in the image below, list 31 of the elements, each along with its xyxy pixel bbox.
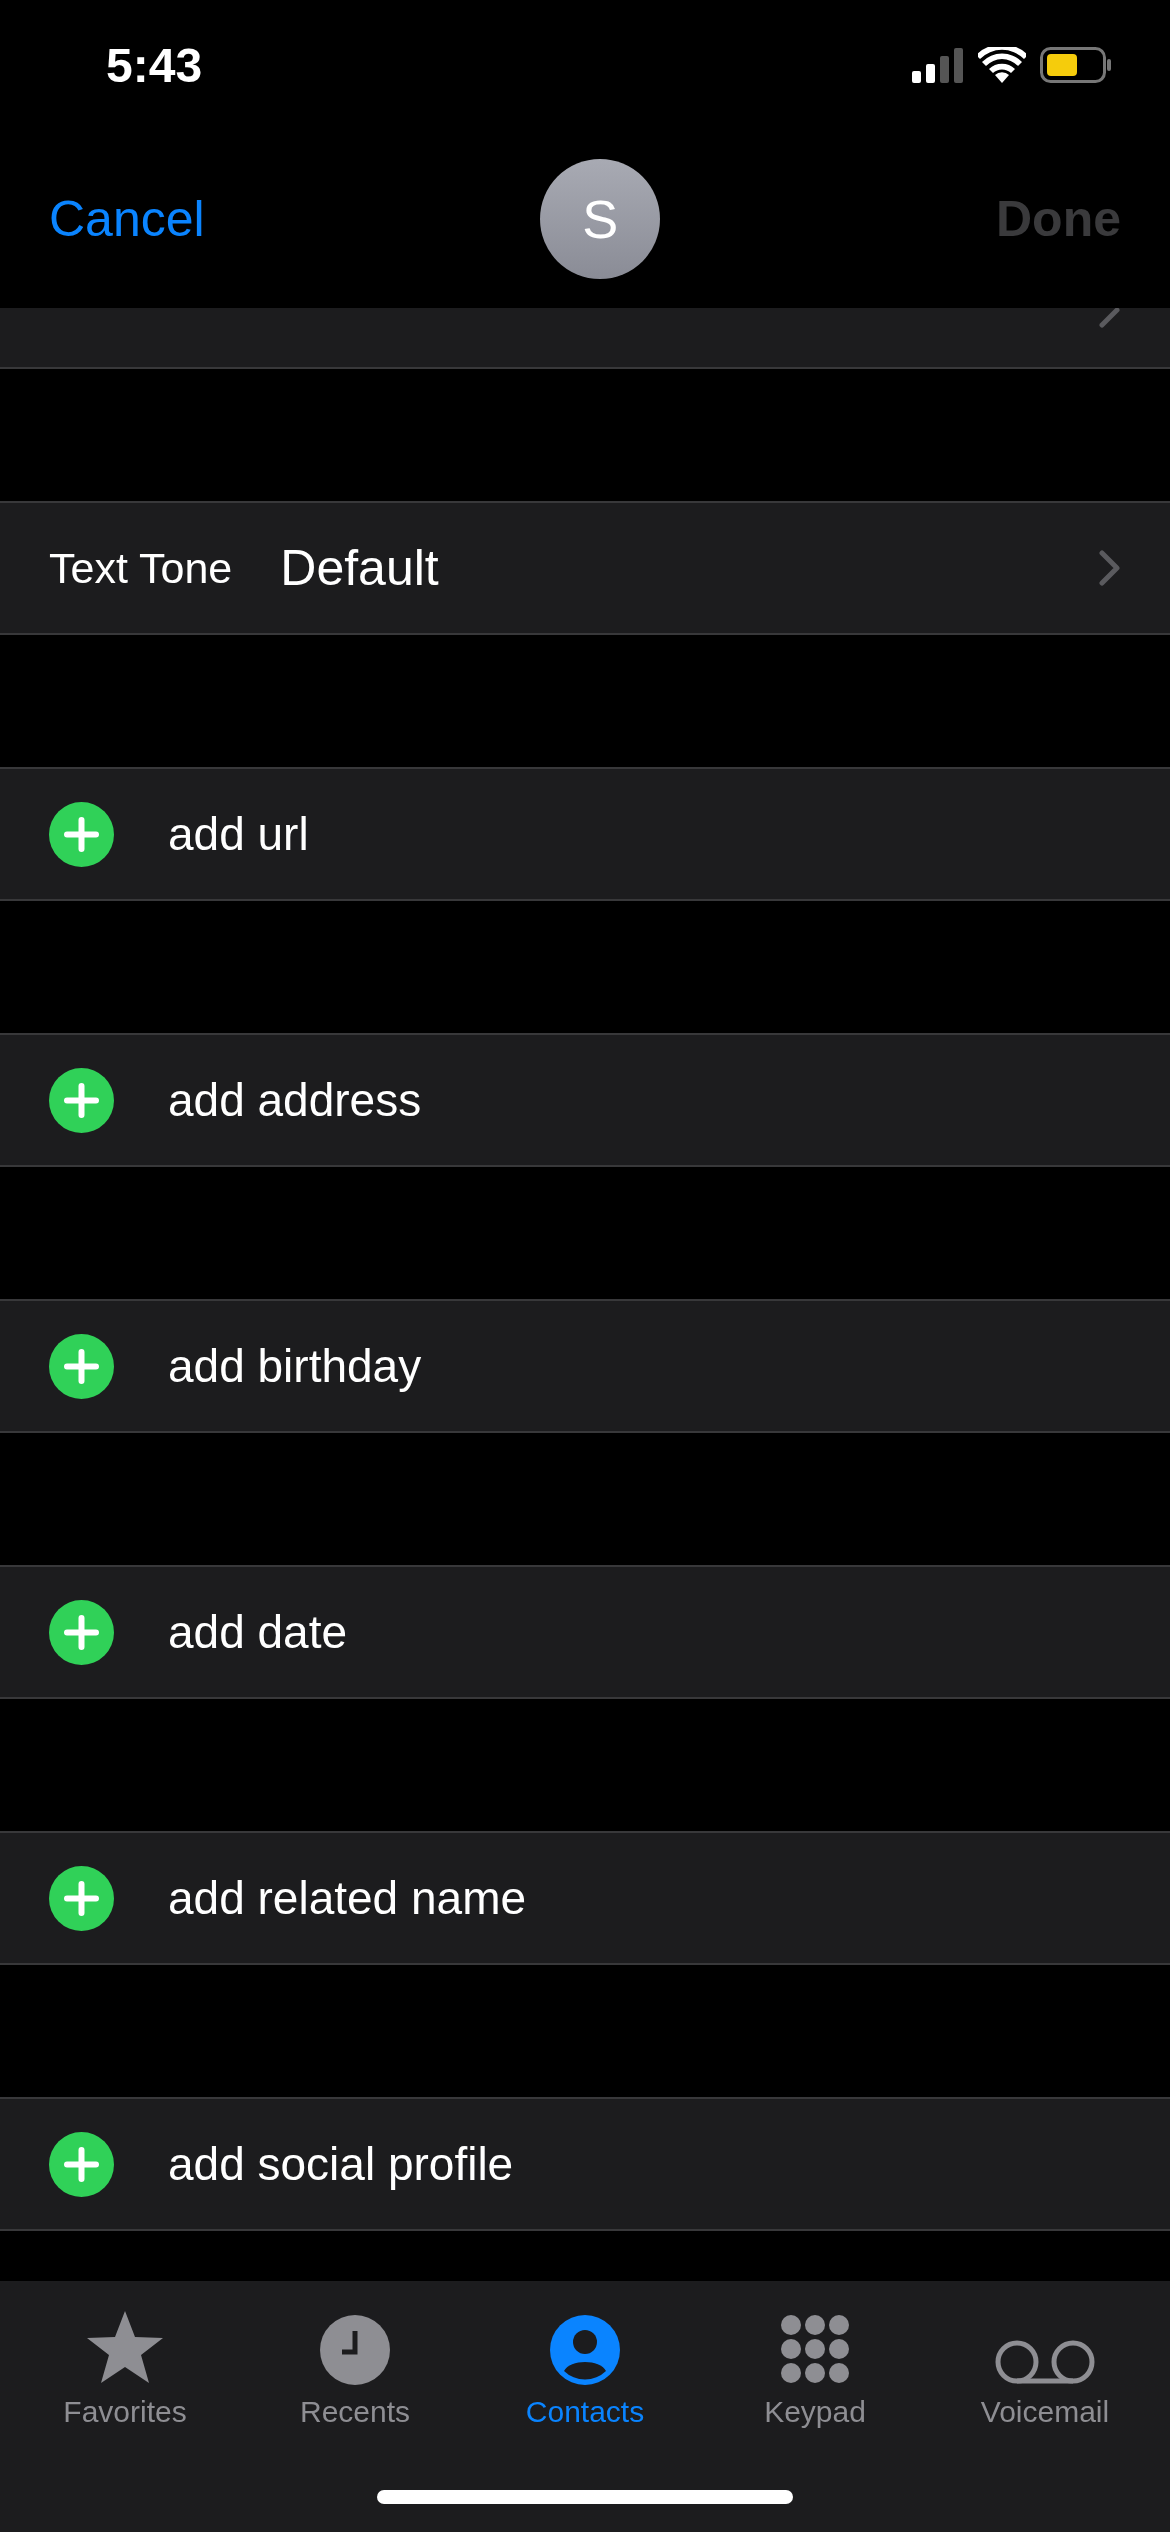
add-field-row[interactable]: add date bbox=[0, 1565, 1170, 1699]
setting-row[interactable]: Text Tone Default bbox=[0, 501, 1170, 635]
clock-icon bbox=[320, 2315, 390, 2385]
wifi-icon bbox=[978, 47, 1026, 83]
add-field-row[interactable]: add address bbox=[0, 1033, 1170, 1167]
tab-item[interactable]: Recents bbox=[245, 2299, 465, 2429]
tab-item[interactable]: Voicemail bbox=[935, 2299, 1155, 2429]
tab-item[interactable]: Keypad bbox=[705, 2299, 925, 2429]
cancel-button[interactable]: Cancel bbox=[49, 190, 205, 248]
tab-item[interactable]: Favorites bbox=[15, 2299, 235, 2429]
battery-icon bbox=[1040, 47, 1112, 83]
add-field-row[interactable]: add url bbox=[0, 767, 1170, 901]
chevron-icon bbox=[1099, 550, 1121, 586]
add-icon bbox=[49, 801, 114, 867]
chevron-icon bbox=[1099, 308, 1121, 328]
status-time: 5:43 bbox=[106, 37, 203, 93]
add-icon bbox=[49, 2131, 114, 2197]
tab-item[interactable]: Contacts bbox=[475, 2299, 695, 2429]
add-field-row[interactable]: add social profile bbox=[0, 2097, 1170, 2231]
signal-icon bbox=[912, 47, 964, 83]
add-field-row[interactable]: add birthday bbox=[0, 1299, 1170, 1433]
person-icon bbox=[550, 2315, 620, 2385]
setting-row[interactable] bbox=[0, 308, 1170, 369]
voicemail-icon bbox=[994, 2339, 1096, 2385]
add-icon bbox=[49, 1333, 114, 1399]
add-field-row[interactable]: add related name bbox=[0, 1831, 1170, 1965]
keypad-icon bbox=[779, 2313, 851, 2385]
add-icon bbox=[49, 1865, 114, 1931]
add-icon bbox=[49, 1599, 114, 1665]
add-icon bbox=[49, 1067, 114, 1133]
star-icon bbox=[85, 2309, 165, 2385]
